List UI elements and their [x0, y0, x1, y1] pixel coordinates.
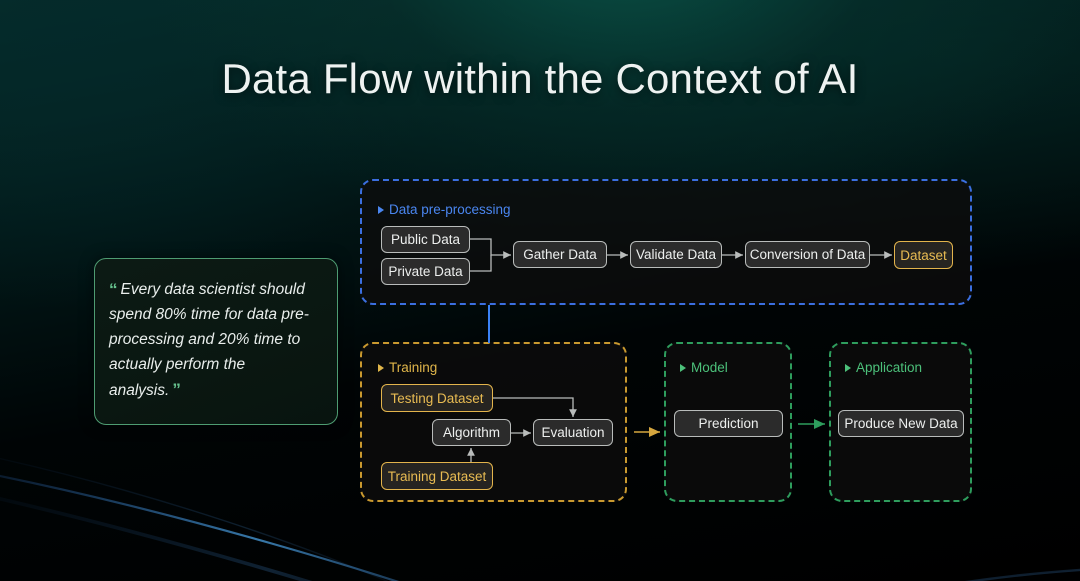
quote-close-mark: ” [172, 380, 181, 399]
group-label-application: Application [845, 360, 922, 375]
node-label: Testing Dataset [390, 390, 484, 406]
node-dataset[interactable]: Dataset [894, 241, 953, 269]
node-label: Dataset [900, 247, 947, 263]
node-prediction[interactable]: Prediction [674, 410, 783, 437]
node-label: Public Data [390, 232, 461, 247]
group-label-text: Model [691, 360, 728, 375]
triangle-right-icon [680, 363, 686, 372]
node-label: Conversion of Data [749, 247, 866, 262]
slide-canvas: Data Flow within the Context of AI “Ever… [0, 0, 1080, 581]
node-produce-new-data[interactable]: Produce New Data [838, 410, 964, 437]
node-label: Prediction [698, 416, 759, 431]
node-label: Training Dataset [387, 468, 487, 484]
node-private-data[interactable]: Private Data [381, 258, 470, 285]
node-public-data[interactable]: Public Data [381, 226, 470, 253]
node-conversion-of-data[interactable]: Conversion of Data [745, 241, 870, 268]
triangle-right-icon [378, 205, 384, 214]
node-validate-data[interactable]: Validate Data [630, 241, 722, 268]
group-label-text: Training [389, 360, 438, 375]
quote-open-mark: “ [109, 280, 118, 299]
quote-card: “Every data scientist should spend 80% t… [94, 258, 338, 425]
node-label: Validate Data [635, 247, 717, 262]
group-label-model: Model [680, 360, 728, 375]
group-label-text: Application [856, 360, 923, 375]
quote-body: Every data scientist should spend 80% ti… [109, 281, 309, 399]
node-label: Gather Data [523, 247, 597, 262]
node-training-dataset[interactable]: Training Dataset [381, 462, 493, 490]
group-label-training: Training [378, 360, 437, 375]
node-algorithm[interactable]: Algorithm [432, 419, 511, 446]
quote-text: “Every data scientist should spend 80% t… [109, 277, 321, 403]
node-evaluation[interactable]: Evaluation [533, 419, 613, 446]
triangle-right-icon [845, 363, 851, 372]
node-label: Private Data [388, 264, 463, 279]
node-testing-dataset[interactable]: Testing Dataset [381, 384, 493, 412]
slide-title: Data Flow within the Context of AI [221, 55, 859, 102]
group-label-preprocessing: Data pre-processing [378, 202, 511, 217]
group-label-text: Data pre-processing [389, 202, 511, 217]
triangle-right-icon [378, 363, 384, 372]
node-gather-data[interactable]: Gather Data [513, 241, 607, 268]
node-label: Algorithm [442, 425, 501, 440]
node-label: Evaluation [541, 425, 605, 440]
node-label: Produce New Data [844, 416, 958, 431]
